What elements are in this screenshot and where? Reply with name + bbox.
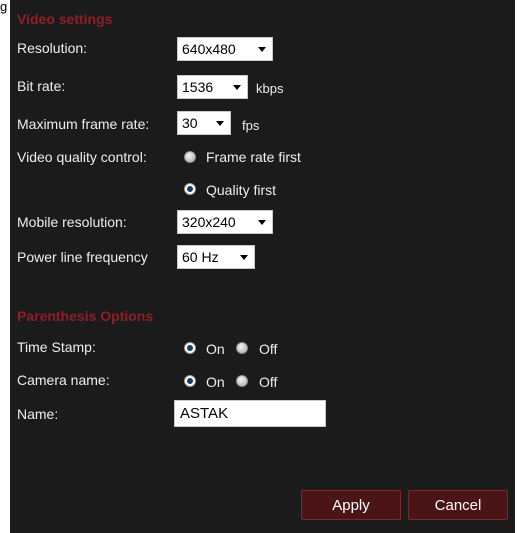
power-line-frequency-value: 60 Hz [182,249,219,265]
bit-rate-value: 1536 [182,79,214,95]
bit-rate-label: Bit rate: [17,78,66,94]
power-line-frequency-label: Power line frequency [17,249,148,265]
name-label: Name: [17,406,59,422]
settings-panel: Video settings Resolution: 640x480 Bit r… [10,0,515,533]
chevron-down-icon [258,219,266,225]
quality-first-label: Quality first [206,182,277,198]
time-stamp-off-label: Off [259,341,278,357]
camera-name-on-label: On [206,374,225,390]
time-stamp-on-label: On [206,341,225,357]
camera-name-label: Camera name: [17,372,110,388]
frame-rate-first-radio[interactable] [184,151,196,163]
max-frame-rate-label: Maximum frame rate: [17,116,150,132]
max-frame-rate-select[interactable]: 30 [177,111,231,135]
camera-name-off-label: Off [259,374,278,390]
chevron-down-icon [240,254,248,260]
apply-button[interactable]: Apply [301,490,401,520]
resolution-select[interactable]: 640x480 [177,37,273,61]
mobile-resolution-value: 320x240 [182,214,236,230]
camera-name-on-radio[interactable] [184,375,196,387]
mobile-resolution-select[interactable]: 320x240 [177,210,273,234]
section-title-video-settings: Video settings [17,11,113,27]
quality-first-radio[interactable] [184,183,196,195]
chevron-down-icon [258,46,266,52]
camera-name-off-radio[interactable] [236,375,248,387]
resolution-value: 640x480 [182,41,236,57]
name-input[interactable]: ASTAK [174,400,326,427]
frame-rate-first-label: Frame rate first [206,149,301,165]
time-stamp-label: Time Stamp: [17,339,96,355]
video-quality-control-label: Video quality control: [17,149,147,165]
mobile-resolution-label: Mobile resolution: [17,214,127,230]
section-title-parenthesis-options: Parenthesis Options [17,308,154,324]
time-stamp-on-radio[interactable] [184,342,196,354]
max-frame-rate-value: 30 [182,115,198,131]
cancel-button[interactable]: Cancel [408,490,508,520]
bit-rate-unit: kbps [256,81,284,96]
time-stamp-off-radio[interactable] [236,342,248,354]
chevron-down-icon [233,84,241,90]
power-line-frequency-select[interactable]: 60 Hz [177,245,255,269]
chevron-down-icon [216,120,224,126]
resolution-label: Resolution: [17,40,88,56]
bit-rate-select[interactable]: 1536 [177,75,248,99]
max-frame-rate-unit: fps [242,118,260,133]
